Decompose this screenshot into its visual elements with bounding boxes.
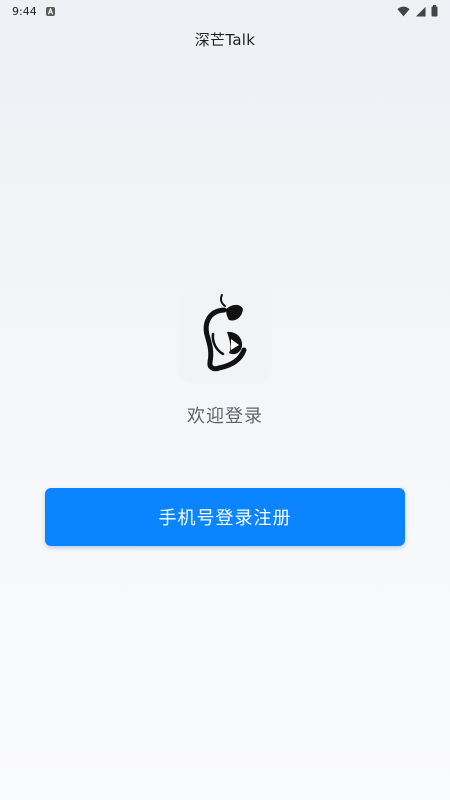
phone-login-button[interactable]: 手机号登录注册: [45, 488, 405, 546]
wifi-icon: [397, 6, 410, 17]
signal-icon: [415, 6, 426, 17]
status-time: 9:44: [12, 4, 37, 18]
status-bar: 9:44: [0, 0, 450, 22]
status-left: 9:44: [12, 5, 55, 18]
mango-logo-icon: [203, 294, 247, 372]
app-bar: 深芒Talk: [0, 22, 450, 56]
app-logo: [178, 285, 272, 383]
welcome-text: 欢迎登录: [187, 406, 263, 427]
app-title: 深芒Talk: [194, 30, 256, 49]
a-box-icon: [45, 6, 55, 16]
status-right: [397, 5, 438, 17]
battery-icon: [431, 5, 438, 17]
